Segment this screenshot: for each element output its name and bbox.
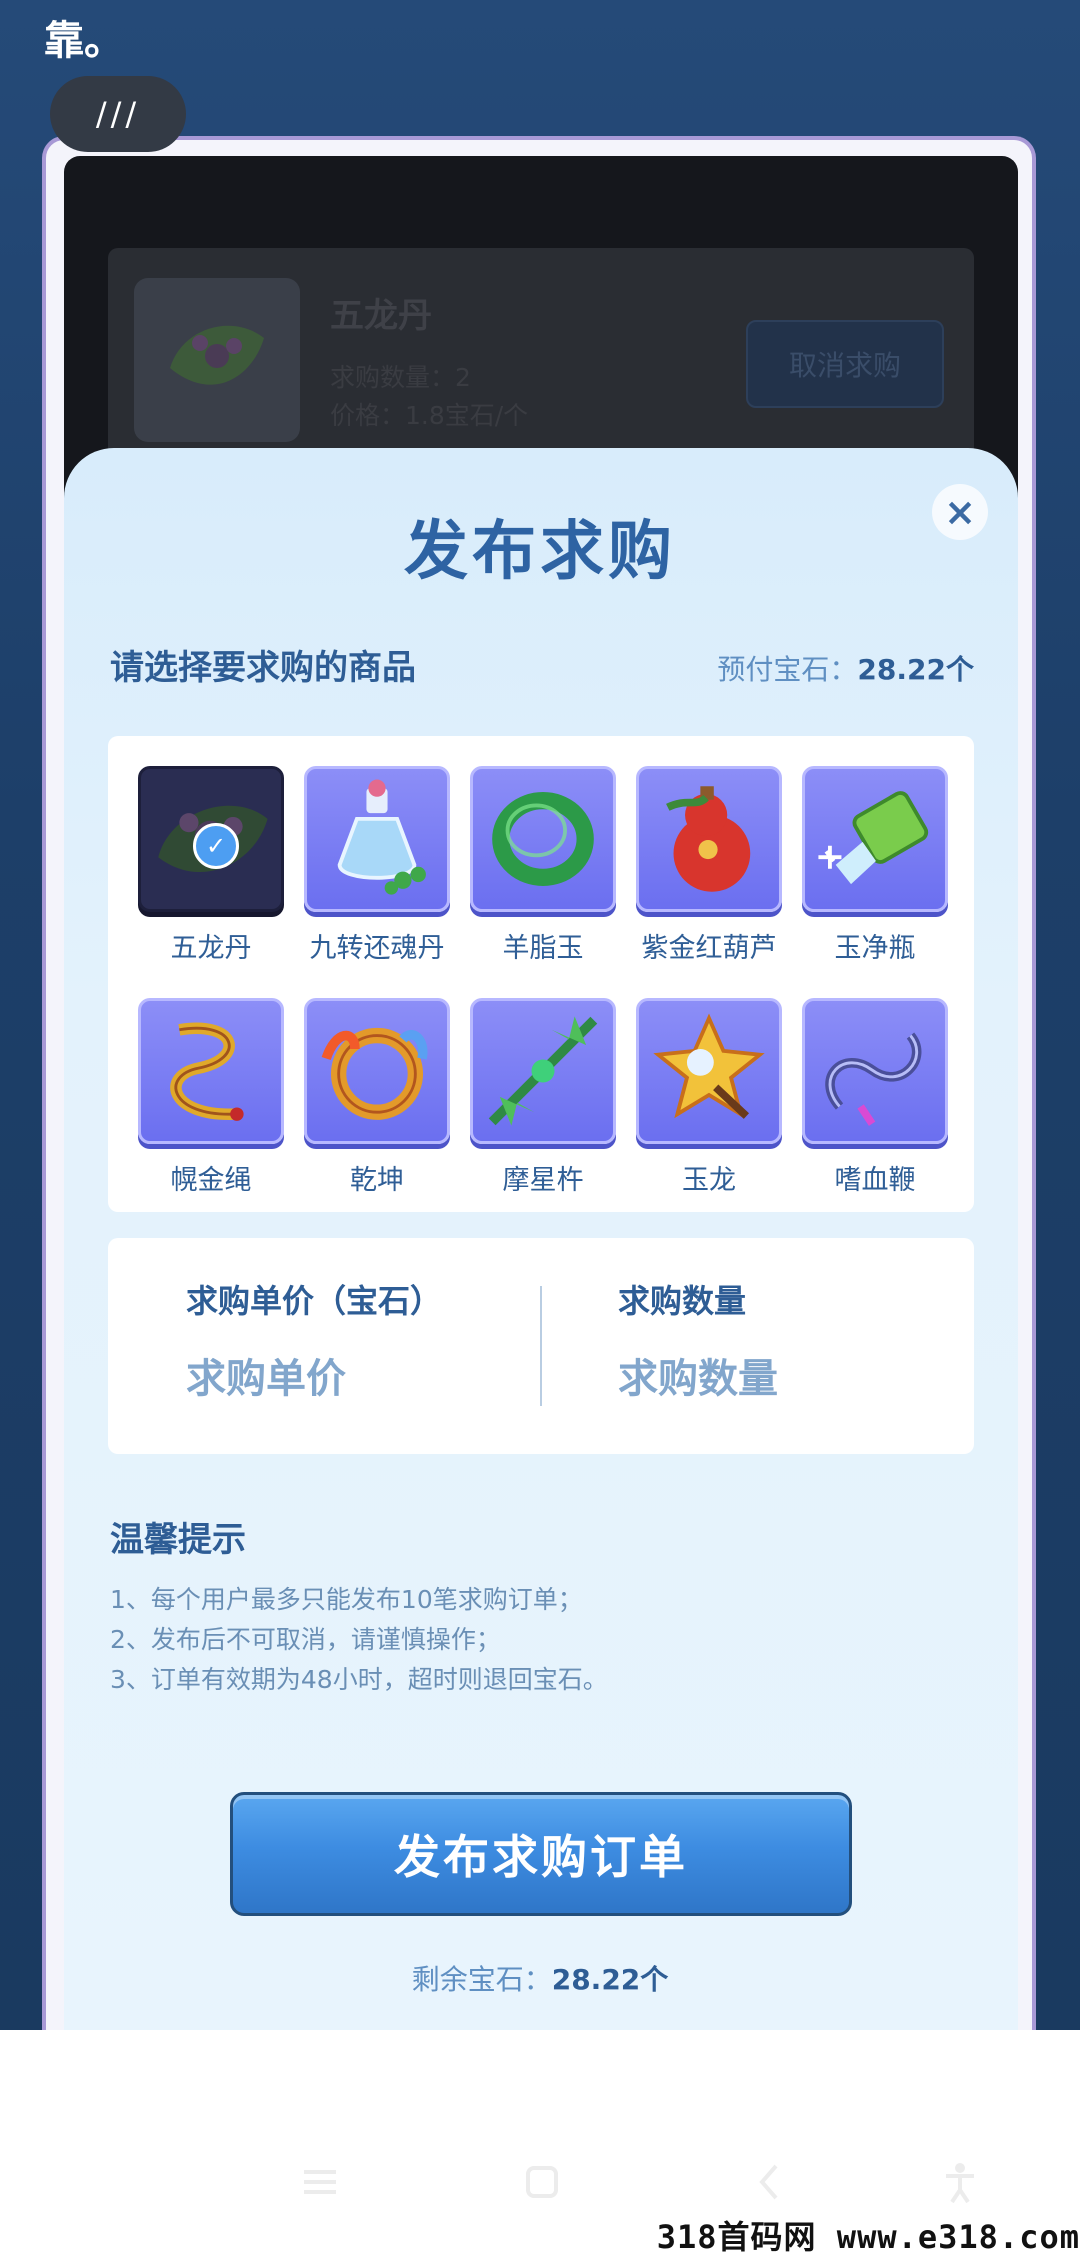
- existing-order-thumbnail: [134, 278, 300, 442]
- tip-line: 3、订单有效期为48小时，超时则退回宝石。: [110, 1665, 608, 1694]
- goods-item-label: 紫金红葫芦: [641, 933, 777, 964]
- menu-icon[interactable]: [298, 2160, 342, 2204]
- goods-item-zijinhonghulu[interactable]: 紫金红葫芦: [634, 766, 784, 965]
- goods-item-label: 九转还魂丹: [309, 933, 445, 964]
- unit-price-input[interactable]: 求购单价: [186, 1346, 346, 1404]
- tip-line: 1、每个用户最多只能发布10笔求购订单；: [110, 1585, 583, 1614]
- goods-item-yangzhiyu[interactable]: 羊脂玉: [468, 766, 618, 965]
- goods-item-qiankun[interactable]: 乾坤: [302, 998, 452, 1197]
- goods-item-label: 乾坤: [350, 1165, 404, 1196]
- back-chevron-icon[interactable]: [748, 2160, 792, 2204]
- red-gourd-icon: [636, 766, 782, 912]
- header-text: 靠。: [44, 18, 124, 64]
- existing-order-quantity: 求购数量：2: [330, 363, 471, 392]
- goods-item-label: 嗜血鞭: [834, 1165, 916, 1196]
- goods-item-shixuebian[interactable]: 嗜血鞭: [800, 998, 950, 1197]
- existing-order-title: 五龙丹: [330, 296, 432, 336]
- sheet-title: 发布求购: [404, 515, 676, 589]
- home-square-icon[interactable]: [520, 2160, 564, 2204]
- remaining-label: 剩余宝石：: [411, 1963, 552, 1996]
- remaining-gems: 剩余宝石：28.22个: [0, 1958, 1080, 1998]
- leaf-pill-icon: [170, 325, 264, 385]
- select-goods-label: 请选择要求购的商品: [110, 648, 416, 688]
- goods-item-label: 玉龙: [682, 1165, 736, 1196]
- jade-ring-icon: [470, 766, 616, 912]
- tip-line: 2、发布后不可取消，请谨慎操作；: [110, 1625, 501, 1654]
- goods-item-label: 玉净瓶: [834, 933, 916, 964]
- goods-item-huangjinsheng[interactable]: 幌金绳: [136, 998, 286, 1197]
- unit-price-label: 求购单价（宝石）: [186, 1282, 443, 1320]
- golden-rope-icon: [138, 998, 284, 1144]
- existing-order-price: 价格：1.8宝石/个: [330, 401, 529, 430]
- tips-title: 温馨提示: [110, 1520, 246, 1560]
- qiankun-circle-icon: [304, 998, 450, 1144]
- selected-check-icon: ✓: [193, 823, 239, 869]
- prepaid-gems: 预付宝石：28.22个: [717, 648, 974, 688]
- watermark-text: 318首码网 www.e318.com: [656, 2218, 1080, 2256]
- goods-item-yujingping[interactable]: 玉净瓶: [800, 766, 950, 965]
- goods-item-moxingchu[interactable]: 摩星杵: [468, 998, 618, 1197]
- jade-vase-icon: [802, 766, 948, 912]
- vajra-pestle-icon: [470, 998, 616, 1144]
- goods-item-wulongdan[interactable]: ✓ 五龙丹: [136, 766, 286, 965]
- goods-item-label: 羊脂玉: [502, 933, 584, 964]
- goods-item-label: 五龙丹: [170, 933, 252, 964]
- goods-item-yulong[interactable]: 玉龙: [634, 998, 784, 1197]
- goods-item-label: 幌金绳: [170, 1165, 252, 1196]
- leaf-pill-icon: ✓: [138, 766, 284, 912]
- prepaid-label: 预付宝石：: [717, 653, 858, 686]
- publish-order-button[interactable]: 发布求购订单: [230, 1792, 852, 1916]
- input-divider: [540, 1286, 542, 1406]
- goods-item-jiuzhuan[interactable]: 九转还魂丹: [302, 766, 452, 965]
- floating-chip[interactable]: ///: [50, 76, 186, 152]
- potion-bottle-icon: [304, 766, 450, 912]
- prepaid-value: 28.22个: [857, 653, 974, 686]
- jade-dragon-icon: [636, 998, 782, 1144]
- remaining-value: 28.22个: [551, 1963, 669, 1996]
- blood-whip-icon: [802, 998, 948, 1144]
- quantity-label: 求购数量: [618, 1282, 747, 1320]
- cancel-order-button[interactable]: 取消求购: [746, 320, 944, 408]
- accessibility-icon[interactable]: [938, 2160, 982, 2204]
- quantity-input[interactable]: 求购数量: [618, 1346, 778, 1404]
- goods-item-label: 摩星杵: [502, 1165, 584, 1196]
